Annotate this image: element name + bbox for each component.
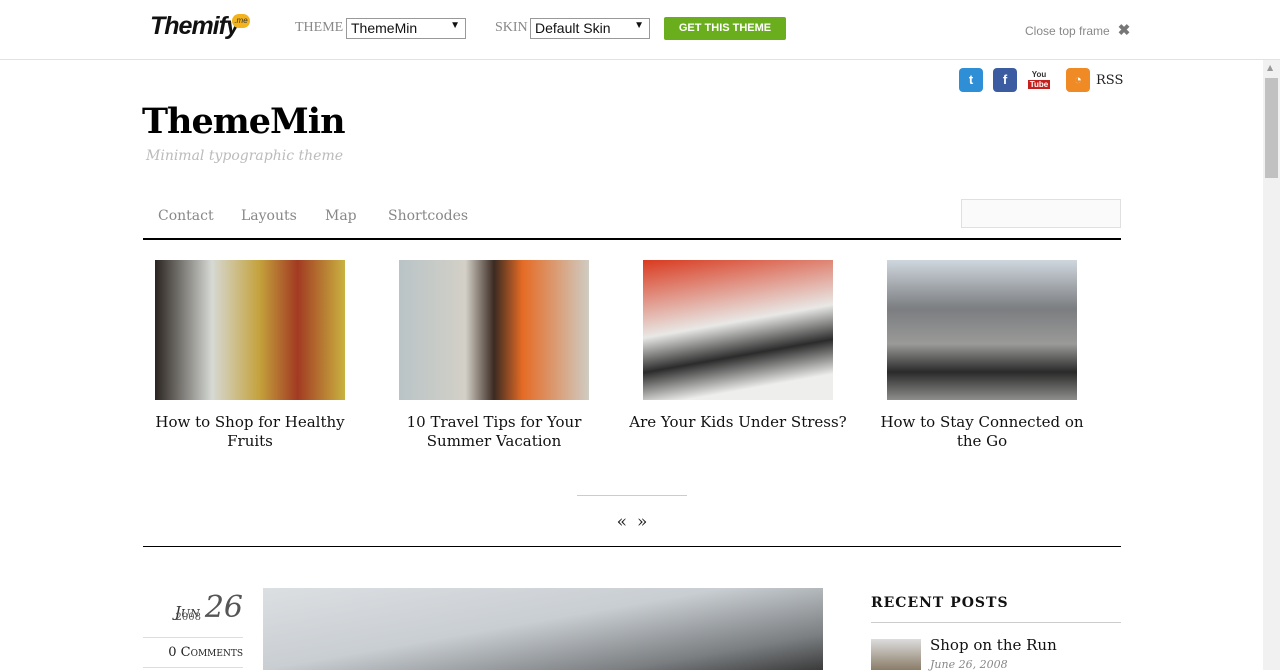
slider-divider: [143, 546, 1121, 547]
top-frame: Themify .me THEME ThemeMin ▼ SKIN Default…: [0, 0, 1280, 60]
rss-link[interactable]: RSS: [1096, 73, 1123, 88]
dropdown-arrow-icon: ▼: [450, 20, 460, 31]
slide-caption[interactable]: 10 Travel Tips for Your Summer Vacation: [384, 413, 604, 451]
slide-item[interactable]: Are Your Kids Under Stress?: [629, 260, 847, 432]
twitter-icon[interactable]: t: [959, 68, 983, 92]
site-title[interactable]: ThemeMin: [142, 100, 346, 144]
recent-posts-heading: RECENT POSTS: [871, 595, 1009, 611]
nav-contact[interactable]: Contact: [158, 208, 214, 224]
slide-image[interactable]: [155, 260, 345, 400]
slide-image[interactable]: [643, 260, 833, 400]
get-this-theme-button[interactable]: GET THIS THEME: [664, 17, 786, 40]
skin-label: SKIN: [495, 20, 528, 35]
post-comments-link[interactable]: 0 Comments: [143, 637, 243, 668]
scrollbar-thumb[interactable]: [1265, 78, 1278, 178]
nav-divider: [143, 238, 1121, 240]
post-day: 26: [204, 590, 243, 625]
theme-label: THEME: [295, 20, 344, 35]
slider-pager: «»: [577, 495, 687, 532]
close-top-frame-button[interactable]: Close top frame ✖: [1025, 21, 1130, 39]
nav-map[interactable]: Map: [325, 208, 357, 224]
slide-item[interactable]: How to Stay Connected on the Go: [880, 260, 1084, 451]
scroll-up-icon[interactable]: ▲: [1267, 63, 1273, 72]
slide-item[interactable]: How to Shop for Healthy Fruits: [155, 260, 345, 451]
slide-item[interactable]: 10 Travel Tips for Your Summer Vacation: [399, 260, 589, 451]
recent-post-date: June 26, 2008: [930, 658, 1008, 671]
nav-layouts[interactable]: Layouts: [241, 208, 297, 224]
theme-select-value: ThemeMin: [351, 20, 418, 36]
recent-post-title[interactable]: Shop on the Run: [930, 636, 1057, 654]
post-date: Jun 26 2008: [143, 590, 243, 625]
recent-post-thumbnail[interactable]: [871, 639, 921, 670]
post-image[interactable]: [263, 588, 823, 670]
search-input[interactable]: [961, 199, 1121, 228]
slide-caption[interactable]: How to Shop for Healthy Fruits: [140, 413, 360, 451]
prev-button[interactable]: «: [617, 512, 627, 532]
facebook-icon[interactable]: f: [993, 68, 1017, 92]
rss-icon[interactable]: ◔: [1066, 68, 1090, 92]
recent-posts-divider: [871, 622, 1121, 623]
skin-select-value: Default Skin: [535, 20, 611, 36]
slide-image[interactable]: [399, 260, 589, 400]
site-tagline: Minimal typographic theme: [146, 148, 344, 164]
themify-logo[interactable]: Themify: [150, 12, 240, 41]
slide-caption[interactable]: How to Stay Connected on the Go: [872, 413, 1092, 451]
youtube-icon[interactable]: You Tube: [1027, 68, 1051, 92]
dropdown-arrow-icon: ▼: [634, 20, 644, 31]
close-label: Close top frame: [1025, 24, 1110, 38]
next-button[interactable]: »: [637, 512, 647, 532]
post-year: 2008: [175, 612, 201, 623]
theme-select[interactable]: ThemeMin ▼: [346, 18, 466, 39]
nav-shortcodes[interactable]: Shortcodes: [388, 208, 468, 224]
x-icon: ✖: [1117, 22, 1131, 39]
skin-select[interactable]: Default Skin ▼: [530, 18, 650, 39]
slide-caption[interactable]: Are Your Kids Under Stress?: [628, 413, 848, 432]
logo-badge: .me: [232, 14, 250, 28]
scrollbar[interactable]: ▲: [1263, 60, 1280, 670]
slide-image[interactable]: [887, 260, 1077, 400]
